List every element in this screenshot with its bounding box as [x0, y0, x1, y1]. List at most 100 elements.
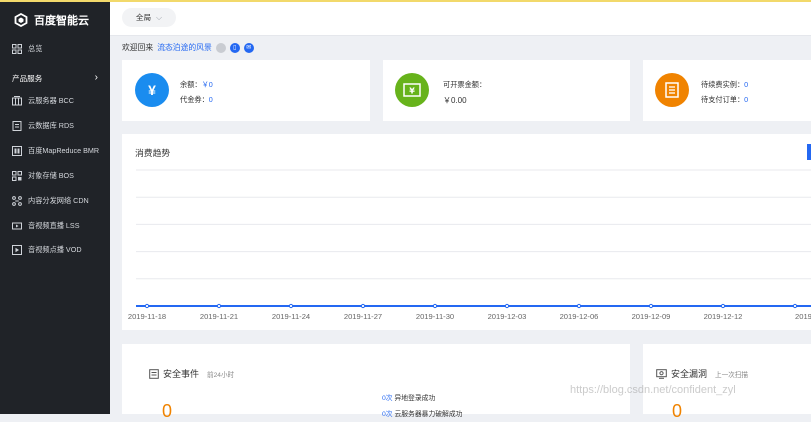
chart-point[interactable]	[792, 303, 798, 309]
security-events-subtitle: 前24小时	[207, 371, 235, 379]
chart-x-tick-label: 2019-12-12	[704, 312, 743, 321]
brand-name: 百度智能云	[34, 15, 89, 27]
security-vuln-title: 安全漏洞	[671, 369, 708, 379]
chart-x-tick-label: 2019-11-21	[200, 312, 238, 321]
security-vuln-subtitle: 上一次扫描	[715, 371, 748, 379]
balance-value[interactable]: ￥0	[202, 80, 213, 89]
chart-title: 消费趋势	[135, 148, 171, 158]
sidebar-section-products[interactable]: 产品服务 ›	[12, 71, 98, 85]
top-bar: 全局 ⌵	[110, 2, 811, 36]
shield-doc-icon	[149, 368, 159, 379]
welcome-prefix: 欢迎回来	[122, 43, 154, 52]
sidebar-item-bcc[interactable]: 云服务器 BCC	[0, 90, 110, 112]
sidebar-item-bmr[interactable]: 百度MapReduce BMR	[0, 140, 110, 162]
mail-icon[interactable]: ✉	[243, 42, 254, 53]
chart-point[interactable]	[144, 303, 150, 309]
event-count: 0次	[382, 411, 393, 418]
vod-icon	[12, 245, 22, 255]
balance-card: ¥ 余额：￥0 代金券：0	[122, 60, 370, 121]
storage-icon	[12, 171, 22, 181]
event-line-brute-force[interactable]: 0次 云服务器暴力破解成功	[382, 408, 462, 418]
renew-row: 待续费实例：0	[701, 80, 748, 90]
chart-point[interactable]	[504, 303, 510, 309]
unpaid-value[interactable]: 0	[744, 95, 748, 104]
voucher-label: 代金券：	[180, 95, 209, 104]
sidebar-item-label: 对象存储 BOS	[28, 171, 74, 181]
chart-x-tick-label: 2019-12-09	[632, 312, 671, 321]
security-events-count[interactable]: 0	[162, 401, 172, 422]
invoice-icon: ¥	[395, 73, 429, 107]
chart-x-tick-label: 2019-12-06	[560, 312, 599, 321]
renew-label: 待续费实例：	[701, 80, 745, 89]
grid-icon	[12, 44, 22, 54]
brand-logo[interactable]: 百度智能云	[14, 11, 89, 29]
chart-point[interactable]	[576, 303, 582, 309]
section-label: 产品服务	[12, 73, 43, 83]
sidebar-item-label: 总览	[28, 44, 43, 54]
chart-x-tick-label: 2019	[795, 312, 811, 321]
invoice-label: 可开票金额：	[443, 80, 487, 89]
network-icon	[12, 196, 22, 206]
live-icon	[12, 221, 22, 231]
chart-x-tick-label: 2019-11-27	[344, 312, 382, 321]
sidebar: 百度智能云 总览 产品服务 › 云服务器 BCC 云数据库 RDS 百度MapR…	[0, 2, 110, 414]
event-count: 0次	[382, 395, 393, 402]
chart-point[interactable]	[216, 303, 222, 309]
chart-x-tick-label: 2019-11-30	[416, 312, 454, 321]
renew-value[interactable]: 0	[744, 80, 748, 89]
yen-icon: ¥	[135, 73, 169, 107]
list-icon	[655, 73, 689, 107]
region-selector[interactable]: 全局 ⌵	[122, 8, 176, 27]
chart-x-tick-label: 2019-11-18	[128, 312, 166, 321]
voucher-row: 代金券：0	[180, 95, 213, 105]
security-vuln-count[interactable]: 0	[672, 401, 682, 422]
region-label: 全局	[135, 13, 152, 22]
event-line-remote-login[interactable]: 0次 异地登录成功	[382, 392, 435, 402]
chart-x-tick-label: 2019-12-03	[488, 312, 527, 321]
invoice-card: ¥ 可开票金额： ￥0.00	[383, 60, 630, 121]
welcome-bar: 欢迎回来 流态泊途的风景 ▯ ✉	[122, 42, 254, 53]
renewal-card: 待续费实例：0 待支付订单：0	[643, 60, 811, 121]
chart-point[interactable]	[720, 303, 726, 309]
invoice-value: ￥0.00	[443, 96, 467, 105]
chevron-down-icon: ⌵	[156, 12, 163, 22]
sidebar-item-label: 音视频直播 LSS	[28, 221, 80, 231]
chart-tab-indicator[interactable]	[807, 144, 811, 160]
chart-point[interactable]	[360, 303, 366, 309]
sidebar-item-lss[interactable]: 音视频直播 LSS	[0, 215, 110, 237]
watermark: https://blog.csdn.net/confident_zyl	[570, 384, 736, 396]
security-events-header: 安全事件 前24小时	[149, 367, 234, 380]
voucher-value[interactable]: 0	[209, 95, 213, 104]
mapreduce-icon	[12, 146, 22, 156]
sidebar-item-rds[interactable]: 云数据库 RDS	[0, 115, 110, 137]
sidebar-item-label: 音视频点播 VOD	[28, 245, 82, 255]
balance-label: 余额：	[180, 80, 202, 89]
chart-point[interactable]	[288, 303, 294, 309]
security-vuln-header: 安全漏洞 上一次扫描	[656, 367, 748, 380]
sidebar-item-label: 内容分发网络 CDN	[28, 196, 89, 206]
server-icon	[12, 96, 22, 106]
chart-grid	[136, 169, 811, 307]
database-icon	[12, 121, 22, 131]
chart-x-tick-label: 2019-11-24	[272, 312, 310, 321]
security-events-title: 安全事件	[163, 369, 200, 379]
chart-point[interactable]	[432, 303, 438, 309]
phone-icon[interactable]: ▯	[229, 42, 240, 53]
baidu-cloud-logo-icon	[14, 13, 28, 27]
username-link[interactable]: 流态泊途的风景	[157, 42, 212, 53]
sidebar-item-bos[interactable]: 对象存储 BOS	[0, 165, 110, 187]
event-text: 云服务器暴力破解成功	[394, 411, 463, 418]
balance-row: 余额：￥0	[180, 80, 213, 90]
unpaid-row: 待支付订单：0	[701, 95, 748, 105]
sidebar-item-label: 云服务器 BCC	[28, 96, 74, 106]
sidebar-item-overview[interactable]: 总览	[0, 38, 110, 60]
user-avatar-icon[interactable]	[215, 42, 226, 53]
sidebar-item-label: 百度MapReduce BMR	[28, 146, 100, 156]
unpaid-label: 待支付订单：	[701, 95, 745, 104]
sidebar-item-vod[interactable]: 音视频点播 VOD	[0, 239, 110, 261]
chart-point[interactable]	[648, 303, 654, 309]
chart-x-axis-labels: 2019-11-18 2019-11-21 2019-11-24 2019-11-27…	[128, 312, 811, 321]
monitor-icon	[656, 368, 667, 379]
sidebar-item-cdn[interactable]: 内容分发网络 CDN	[0, 190, 110, 212]
chevron-right-icon: ›	[94, 72, 98, 83]
